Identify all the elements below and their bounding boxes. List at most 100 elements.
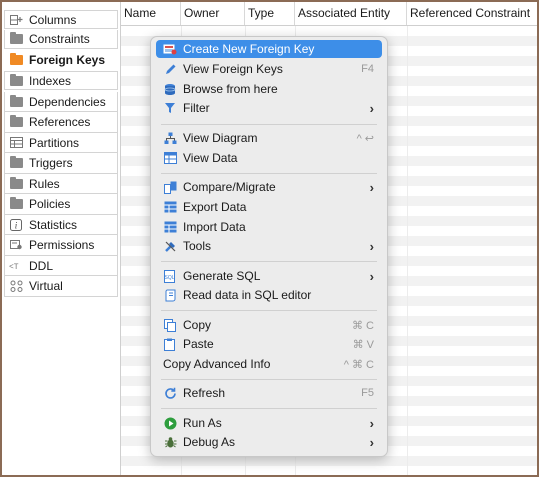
menu-separator: [161, 408, 377, 409]
menu-item-browse-from-here[interactable]: Browse from here: [156, 80, 382, 98]
sidebar-item-label: DDL: [29, 258, 54, 273]
menu-item-view-foreign-keys[interactable]: View Foreign Keys F4: [156, 60, 382, 78]
sidebar-item-references[interactable]: References: [4, 112, 118, 133]
folder-icon: [9, 32, 23, 45]
copy-icon: [163, 318, 177, 332]
menu-item-filter[interactable]: Filter ›: [156, 99, 382, 117]
sidebar-item-ddl[interactable]: <T DDL: [4, 256, 118, 276]
sidebar-item-label: Rules: [29, 176, 60, 191]
sidebar-item-label: Statistics: [29, 217, 78, 232]
menu-separator: [161, 173, 377, 174]
export-icon: [163, 200, 177, 214]
svg-text:<T: <T: [9, 263, 19, 272]
menu-item-create-new-foreign-key[interactable]: Create New Foreign Key: [156, 40, 382, 58]
sidebar: Columns Constraints Foreign Keys Indexes…: [2, 2, 120, 475]
columns-icon: [9, 14, 23, 26]
chevron-right-icon: ›: [369, 100, 374, 116]
menu-item-view-diagram[interactable]: View Diagram ^ ↩: [156, 129, 382, 147]
partitions-icon: [9, 137, 23, 149]
refresh-icon: [163, 386, 177, 400]
menu-item-run-as[interactable]: Run As ›: [156, 414, 382, 432]
diagram-icon: [163, 131, 177, 145]
svg-text:SQL: SQL: [164, 275, 174, 281]
window-frame: Columns Constraints Foreign Keys Indexes…: [0, 0, 539, 477]
menu-item-debug-as[interactable]: Debug As ›: [156, 433, 382, 451]
menu-item-tools[interactable]: Tools ›: [156, 237, 382, 255]
table-icon: [163, 151, 177, 165]
sql-icon: SQL: [163, 269, 177, 283]
column-header-type[interactable]: Type: [245, 2, 295, 25]
menu-item-read-data-in-sql-editor[interactable]: Read data in SQL editor: [156, 286, 382, 304]
folder-icon: [9, 115, 23, 128]
sidebar-item-label: Columns: [29, 12, 77, 27]
folder-orange-icon: [9, 53, 23, 66]
pencil-icon: [163, 62, 177, 76]
menu-item-export-data[interactable]: Export Data: [156, 198, 382, 216]
filter-icon: [163, 101, 177, 115]
run-icon: [163, 416, 177, 430]
database-icon: [163, 82, 177, 96]
chevron-right-icon: ›: [369, 415, 374, 431]
chevron-right-icon: ›: [369, 179, 374, 195]
table-header: Name Owner Type Associated Entity Refere…: [121, 2, 537, 26]
chevron-right-icon: ›: [369, 434, 374, 450]
tools-icon: [163, 239, 177, 253]
sidebar-item-columns[interactable]: Columns: [4, 10, 118, 29]
sidebar-item-constraints[interactable]: Constraints: [4, 30, 118, 49]
menu-separator: [161, 379, 377, 380]
column-header-associated-entity[interactable]: Associated Entity: [295, 2, 407, 25]
sidebar-item-partitions[interactable]: Partitions: [4, 133, 118, 153]
sidebar-item-label: Indexes: [29, 73, 72, 88]
sidebar-item-label: Triggers: [29, 156, 73, 170]
menu-separator: [161, 124, 377, 125]
menu-item-generate-sql[interactable]: SQL Generate SQL ›: [156, 267, 382, 285]
column-header-name[interactable]: Name: [121, 2, 181, 25]
folder-icon: [9, 73, 23, 87]
import-icon: [163, 220, 177, 234]
sidebar-item-foreign-keys[interactable]: Foreign Keys: [4, 50, 118, 71]
sidebar-item-statistics[interactable]: i Statistics: [4, 215, 118, 235]
sidebar-item-permissions[interactable]: Permissions: [4, 235, 118, 256]
folder-icon: [9, 197, 23, 210]
scroll-icon: [163, 288, 177, 302]
menu-item-refresh[interactable]: Refresh F5: [156, 384, 382, 402]
svg-text:i: i: [15, 220, 18, 230]
sidebar-item-dependencies[interactable]: Dependencies: [4, 92, 118, 112]
sidebar-item-label: Permissions: [29, 238, 95, 252]
sidebar-item-label: Virtual: [29, 279, 63, 293]
menu-item-view-data[interactable]: View Data: [156, 149, 382, 167]
sidebar-item-label: Constraints: [29, 32, 90, 46]
create-key-icon: [163, 42, 177, 56]
sidebar-item-rules[interactable]: Rules: [4, 174, 118, 194]
context-menu: Create New Foreign Key View Foreign Keys…: [150, 36, 388, 457]
menu-item-copy-advanced-info[interactable]: Copy Advanced Info ^ ⌘ C: [156, 355, 382, 373]
chevron-right-icon: ›: [369, 238, 374, 254]
chevron-right-icon: ›: [369, 268, 374, 284]
permissions-icon: [9, 239, 23, 251]
sidebar-item-label: Dependencies: [29, 94, 106, 109]
column-header-owner[interactable]: Owner: [181, 2, 245, 25]
folder-icon: [9, 176, 23, 190]
debug-icon: [163, 435, 177, 449]
menu-item-copy[interactable]: Copy ⌘ C: [156, 316, 382, 334]
sidebar-item-label: References: [29, 115, 91, 129]
sidebar-item-label: Partitions: [29, 135, 80, 150]
compare-icon: [163, 180, 177, 194]
column-header-referenced-constraint[interactable]: Referenced Constraint: [407, 2, 537, 25]
sidebar-item-label: Policies: [29, 197, 71, 211]
info-icon: i: [9, 218, 23, 231]
folder-icon: [9, 156, 23, 169]
sidebar-item-virtual[interactable]: Virtual: [4, 276, 118, 297]
sidebar-item-policies[interactable]: Policies: [4, 194, 118, 215]
menu-separator: [161, 261, 377, 262]
sidebar-item-indexes[interactable]: Indexes: [4, 71, 118, 90]
menu-item-compare-migrate[interactable]: Compare/Migrate ›: [156, 178, 382, 196]
column-divider: [407, 26, 408, 475]
menu-separator: [161, 310, 377, 311]
virtual-icon: [9, 280, 23, 292]
paste-icon: [163, 337, 177, 351]
sidebar-item-triggers[interactable]: Triggers: [4, 153, 118, 174]
menu-item-import-data[interactable]: Import Data: [156, 218, 382, 236]
sidebar-item-label: Foreign Keys: [29, 53, 106, 67]
menu-item-paste[interactable]: Paste ⌘ V: [156, 335, 382, 353]
